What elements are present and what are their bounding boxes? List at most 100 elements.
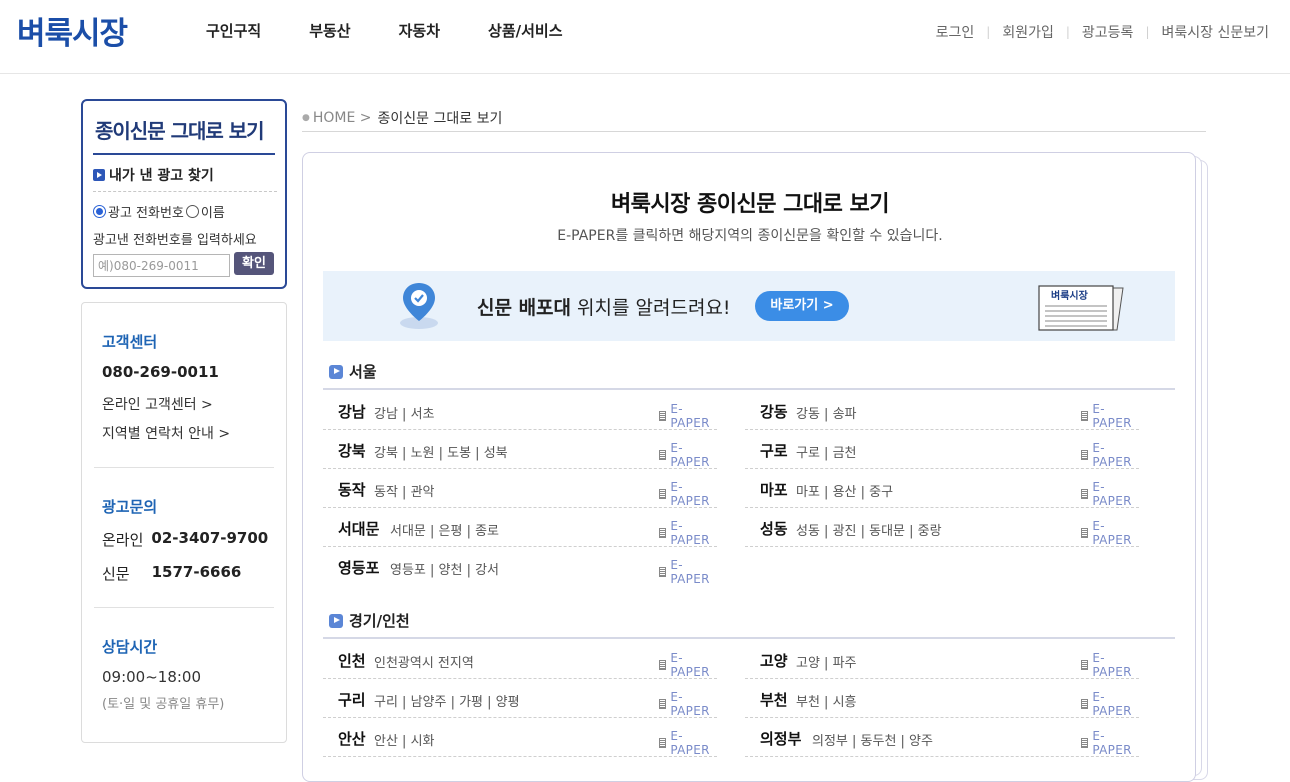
epaper-label: E-PAPER [1092,729,1132,757]
region-areas: 강남 | 서초 [374,407,435,422]
section-gyeonggi-incheon: 경기/인천 인천 인천광역시 전지역 E-PAPER 고양 고양 | 파주 E-… [323,610,1175,770]
ad-inquiry-title: 광고문의 [102,498,158,516]
epaper-link[interactable]: E-PAPER [659,480,717,508]
customer-center-phone: 080-269-0011 [102,363,219,381]
region-name: 강북 [338,442,366,460]
radio-name-label[interactable]: 이름 [201,202,225,221]
epaper-link[interactable]: E-PAPER [659,558,717,586]
divider [93,191,277,192]
epaper-link[interactable]: E-PAPER [659,402,717,430]
region-item-mapo[interactable]: 마포 마포 | 용산 | 중구 E-PAPER [745,469,1139,508]
region-item-guro[interactable]: 구로 구로 | 금천 E-PAPER [745,430,1139,469]
region-item-seodaemun[interactable]: 서대문 서대문 | 은평 | 종로 E-PAPER [323,508,717,547]
newspaper-view-link[interactable]: 벼룩시장 신문보기 [1162,22,1270,42]
region-name: 서대문 [338,520,380,538]
nav-item-goods[interactable]: 상품/서비스 [488,20,562,41]
arrow-bullet-icon [329,364,343,379]
region-areas: 안산 | 시화 [374,734,435,749]
radio-phone[interactable] [93,205,106,218]
document-icon [659,660,667,670]
document-icon [659,411,667,421]
ad-register-link[interactable]: 광고등록 [1082,22,1134,42]
epaper-label: E-PAPER [1092,441,1132,469]
document-icon [659,567,667,577]
epaper-link[interactable]: E-PAPER [1081,519,1139,547]
breadcrumb-home[interactable]: HOME > [313,110,372,126]
epaper-link[interactable]: E-PAPER [1081,402,1139,430]
region-item-guri[interactable]: 구리 구리 | 남양주 | 가평 | 양평 E-PAPER [323,679,717,718]
region-item-bucheon[interactable]: 부천 부천 | 시흥 E-PAPER [745,679,1139,718]
region-item-seongdong[interactable]: 성동 성동 | 광진 | 동대문 | 중랑 E-PAPER [745,508,1139,547]
epaper-link[interactable]: E-PAPER [659,651,717,679]
arrow-bullet-icon [93,169,105,181]
customer-center-title: 고객센터 [102,333,158,351]
epaper-label: E-PAPER [670,651,710,679]
page-title: 벼룩시장 종이신문 그대로 보기 [610,192,890,217]
region-contact-link[interactable]: 지역별 연락처 안내 > [102,423,230,443]
page-subtitle: E-PAPER를 클릭하면 해당지역의 종이신문을 확인할 수 있습니다. [557,228,943,244]
region-item-yeongdeungpo[interactable]: 영등포 영등포 | 양천 | 강서 E-PAPER [323,547,717,586]
region-areas: 마포 | 용산 | 중구 [796,485,894,500]
nav-item-realestate[interactable]: 부동산 [309,20,350,41]
epaper-link[interactable]: E-PAPER [659,519,717,547]
epaper-link[interactable]: E-PAPER [1081,480,1139,508]
signup-link[interactable]: 회원가입 [1002,22,1054,42]
epaper-link[interactable]: E-PAPER [1081,690,1139,718]
region-name: 강동 [760,403,788,421]
main-nav: 구인구직 부동산 자동차 상품/서비스 [206,20,611,41]
region-name: 동작 [338,481,366,499]
region-areas: 의정부 | 동두천 | 양주 [812,734,933,749]
region-name: 안산 [338,730,366,748]
go-button[interactable]: 바로가기 > [755,291,849,321]
epaper-link[interactable]: E-PAPER [659,729,717,757]
top-header: 벼룩시장 구인구직 부동산 자동차 상품/서비스 로그인 | 회원가입 | 광고… [0,0,1290,74]
section-title-text: 서울 [349,363,377,381]
epaper-link[interactable]: E-PAPER [659,690,717,718]
nav-item-cars[interactable]: 자동차 [399,20,440,41]
region-areas: 고양 | 파주 [796,656,857,671]
epaper-label: E-PAPER [670,729,710,757]
section-title-text: 경기/인천 [349,612,410,630]
region-areas: 강북 | 노원 | 도봉 | 성북 [374,446,508,461]
banner-text-rest: 위치를 알려드려요! [571,297,731,319]
region-item-gangnam[interactable]: 강남 강남 | 서초 E-PAPER [323,391,717,430]
region-item-incheon[interactable]: 인천 인천광역시 전지역 E-PAPER [323,640,717,679]
epaper-link[interactable]: E-PAPER [1081,729,1139,757]
search-subtitle-text: 내가 낸 광고 찾기 [109,168,214,184]
region-item-dongjak[interactable]: 동작 동작 | 관악 E-PAPER [323,469,717,508]
epaper-link[interactable]: E-PAPER [659,441,717,469]
banner-text: 신문 배포대 위치를 알려드려요! [477,293,731,320]
util-menu: 로그인 | 회원가입 | 광고등록 | 벼룩시장 신문보기 [936,22,1269,42]
epaper-label: E-PAPER [670,402,710,430]
epaper-label: E-PAPER [670,519,710,547]
region-item-ansan[interactable]: 안산 안산 | 시화 E-PAPER [323,718,717,757]
hours-title: 상담시간 [102,638,158,656]
radio-name[interactable] [185,205,199,218]
online-ad-phone: 02-3407-9700 [151,529,269,547]
region-name: 강남 [338,403,366,421]
online-cs-link[interactable]: 온라인 고객센터 > [102,394,213,414]
region-areas: 영등포 | 양천 | 강서 [390,563,500,578]
region-item-gangdong[interactable]: 강동 강동 | 송파 E-PAPER [745,391,1139,430]
hours-value: 09:00~18:00 [102,668,202,686]
region-item-goyang[interactable]: 고양 고양 | 파주 E-PAPER [745,640,1139,679]
location-pin-icon [400,283,438,329]
epaper-link[interactable]: E-PAPER [1081,441,1139,469]
site-logo[interactable]: 벼룩시장 [17,8,128,53]
paper-label: 신문 [102,565,130,583]
region-areas: 구리 | 남양주 | 가평 | 양평 [374,695,520,710]
region-areas: 부천 | 시흥 [796,695,857,710]
distribution-stand-banner[interactable]: 신문 배포대 위치를 알려드려요! 바로가기 > 벼룩시장 [323,271,1175,341]
phone-search-input[interactable]: 예)080-269-0011 [93,254,230,277]
my-ad-search-box: 종이신문 그대로 보기 내가 낸 광고 찾기 광고 전화번호 이름 광고낸 전화… [81,99,287,289]
search-subtitle: 내가 낸 광고 찾기 [93,165,214,185]
epaper-link[interactable]: E-PAPER [1081,651,1139,679]
region-item-uijeongbu[interactable]: 의정부 의정부 | 동두천 | 양주 E-PAPER [745,718,1139,757]
search-confirm-button[interactable]: 확인 [234,252,274,275]
document-icon [1081,411,1089,421]
radio-phone-label[interactable]: 광고 전화번호 [108,202,184,221]
newspaper-label: 벼룩시장 [1051,289,1089,302]
region-item-gangbuk[interactable]: 강북 강북 | 노원 | 도봉 | 성북 E-PAPER [323,430,717,469]
login-link[interactable]: 로그인 [936,22,975,42]
nav-item-jobs[interactable]: 구인구직 [206,20,261,41]
